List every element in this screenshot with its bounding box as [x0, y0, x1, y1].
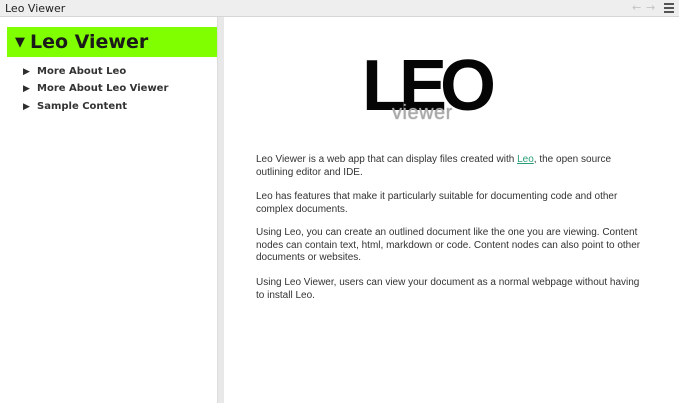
title-bar: Leo Viewer ← →	[0, 0, 679, 17]
leo-viewer-logo: LEO viewer	[362, 50, 496, 124]
outline-item-label: More About Leo	[37, 66, 127, 77]
viewer-paragraph: Using Leo Viewer, users can view your do…	[256, 277, 640, 301]
collapsed-triangle-icon[interactable]: ▶	[23, 102, 37, 112]
outline-root-label: Leo Viewer	[30, 31, 149, 53]
collapsed-triangle-icon[interactable]: ▶	[23, 67, 37, 77]
hamburger-menu-icon[interactable]	[664, 3, 674, 13]
outline-paragraph: Using Leo, you can create an outlined do…	[256, 227, 641, 263]
intro-text-start: Leo Viewer is a web app that can display…	[256, 154, 518, 165]
outline-item-label: More About Leo Viewer	[37, 83, 169, 94]
collapsed-triangle-icon[interactable]: ▶	[23, 84, 37, 94]
arrow-left-icon[interactable]: ←	[632, 1, 641, 14]
intro-paragraph: Leo Viewer is a web app that can display…	[256, 154, 646, 179]
outline-item-more-about-leo[interactable]: ▶ More About Leo	[23, 64, 126, 79]
outline-pane: ▼ Leo Viewer ▶ More About Leo ▶ More Abo…	[0, 17, 217, 403]
leo-link[interactable]: Leo	[517, 154, 534, 165]
expanded-triangle-icon[interactable]: ▼	[15, 35, 30, 50]
outline-item-label: Sample Content	[37, 101, 128, 112]
arrow-right-icon[interactable]: →	[646, 1, 655, 14]
content-pane: LEO viewer Leo Viewer is a web app that …	[224, 17, 679, 403]
outline-item-more-about-leo-viewer[interactable]: ▶ More About Leo Viewer	[23, 81, 168, 96]
pane-splitter[interactable]	[217, 17, 224, 403]
outline-item-sample-content[interactable]: ▶ Sample Content	[23, 99, 127, 114]
outline-root-node[interactable]: ▼ Leo Viewer	[7, 27, 217, 57]
logo-sub-text: viewer	[392, 102, 453, 124]
features-paragraph: Leo has features that make it particular…	[256, 191, 618, 215]
window-title: Leo Viewer	[5, 2, 66, 15]
